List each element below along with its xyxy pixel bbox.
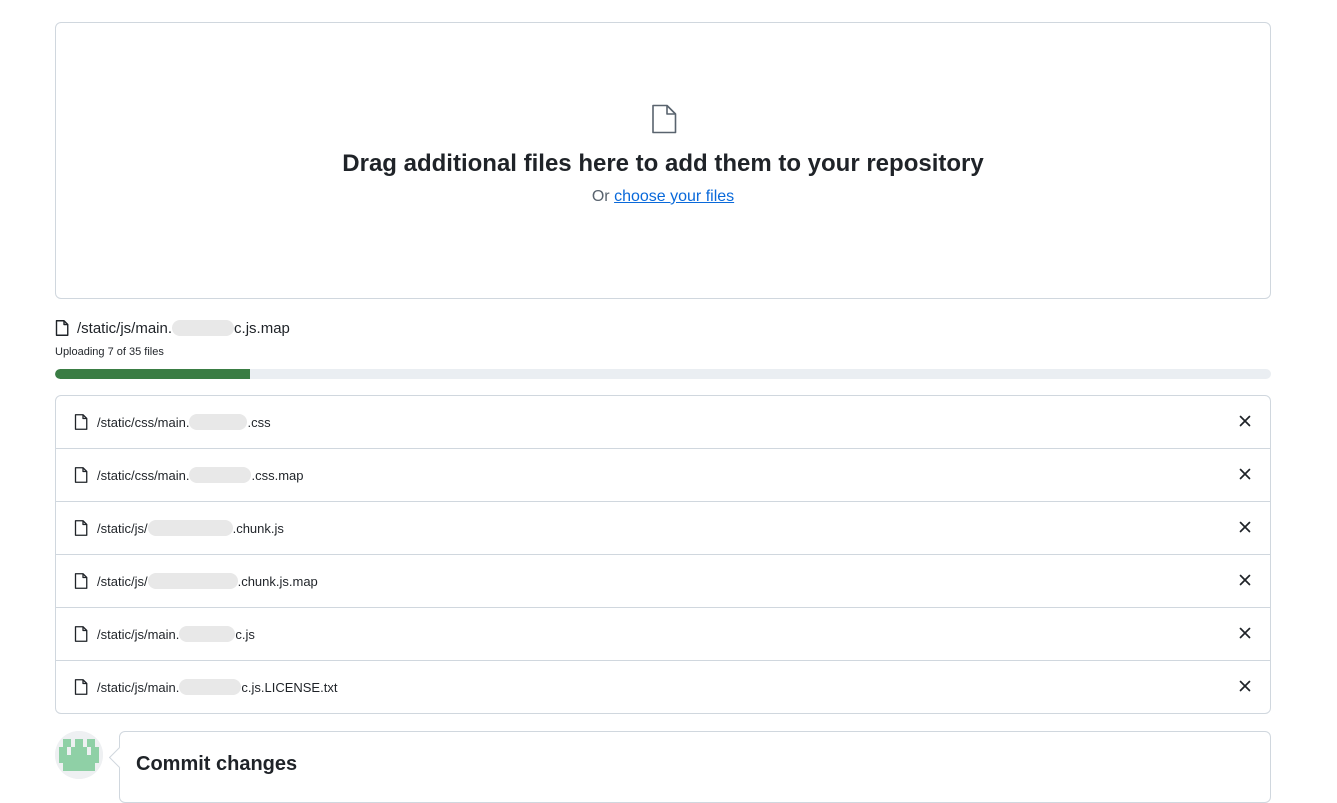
remove-file-button[interactable] (1238, 679, 1252, 693)
file-icon (74, 520, 88, 536)
file-name-suffix: c.js.LICENSE.txt (241, 679, 338, 695)
file-name-suffix: .chunk.js.map (237, 573, 318, 589)
file-row: /static/js/ .chunk.js (56, 501, 1270, 554)
file-name-prefix: /static/css/main. (97, 467, 190, 483)
remove-file-button[interactable] (1238, 414, 1252, 428)
identicon (55, 731, 103, 779)
file-name-suffix: .css.map (251, 467, 304, 483)
file-icon (74, 467, 88, 483)
dropzone-title: Drag additional files here to add them t… (342, 150, 984, 177)
file-row: /static/css/main. .css.map (56, 448, 1270, 501)
x-icon (1239, 415, 1251, 427)
file-row: /static/js/main. c.js (56, 607, 1270, 660)
avatar (55, 731, 103, 779)
x-icon (1239, 680, 1251, 692)
remove-file-button[interactable] (1238, 626, 1252, 640)
commit-title: Commit changes (136, 753, 298, 775)
dropzone-subtitle: Or choose your files (56, 188, 1270, 206)
file-dropzone[interactable]: Drag additional files here to add them t… (55, 22, 1271, 299)
file-icon (74, 626, 88, 642)
redacted-text (172, 320, 235, 336)
file-name: /static/js/ .chunk.js (97, 520, 284, 536)
redacted-text (179, 626, 236, 642)
file-name-suffix: .css (247, 414, 271, 430)
x-icon (1239, 627, 1251, 639)
current-upload-file: /static/js/main. c.js.map (55, 318, 290, 338)
file-name: /static/css/main. .css (97, 414, 271, 430)
x-icon (1239, 521, 1251, 533)
file-icon (652, 104, 677, 134)
choose-files-link[interactable]: choose your files (614, 188, 734, 205)
file-name: /static/css/main. .css.map (97, 467, 303, 483)
file-name: /static/js/main. c.js (97, 626, 255, 642)
file-row: /static/js/ .chunk.js.map (56, 554, 1270, 607)
uploaded-file-list: /static/css/main. .css/static/css/main. .c… (55, 395, 1271, 714)
current-upload-name-prefix: /static/js/main. (77, 319, 173, 337)
file-name-prefix: /static/js/ (97, 520, 148, 536)
file-name-prefix: /static/js/ (97, 573, 148, 589)
upload-progress-bar (55, 369, 1271, 379)
file-icon (74, 679, 88, 695)
remove-file-button[interactable] (1238, 520, 1252, 534)
redacted-text (189, 467, 252, 483)
commit-changes-panel: Commit changes (119, 731, 1271, 803)
file-name-prefix: /static/css/main. (97, 414, 190, 430)
current-upload-name: /static/js/main. c.js.map (77, 320, 290, 337)
redacted-text (147, 520, 233, 536)
dropzone-sub-prefix: Or (591, 188, 615, 205)
file-icon (55, 320, 69, 336)
file-row: /static/css/main. .css (56, 396, 1270, 448)
remove-file-button[interactable] (1238, 467, 1252, 481)
upload-progress-fill (55, 369, 250, 379)
upload-status: Uploading 7 of 35 files (55, 346, 164, 358)
file-row: /static/js/main. c.js.LICENSE.txt (56, 660, 1270, 713)
top-link-fragment (60, 0, 220, 4)
file-name: /static/js/main. c.js.LICENSE.txt (97, 679, 337, 695)
file-name-prefix: /static/js/main. (97, 679, 180, 695)
file-icon (74, 414, 88, 430)
file-icon (74, 573, 88, 589)
x-icon (1239, 574, 1251, 586)
file-name: /static/js/ .chunk.js.map (97, 573, 318, 589)
file-name-suffix: .chunk.js (232, 520, 284, 536)
redacted-text (147, 573, 238, 589)
file-name-prefix: /static/js/main. (97, 626, 180, 642)
redacted-text (179, 679, 242, 695)
current-upload-name-suffix: c.js.map (234, 319, 290, 337)
file-name-suffix: c.js (235, 626, 255, 642)
x-icon (1239, 468, 1251, 480)
redacted-text (189, 414, 248, 430)
remove-file-button[interactable] (1238, 573, 1252, 587)
